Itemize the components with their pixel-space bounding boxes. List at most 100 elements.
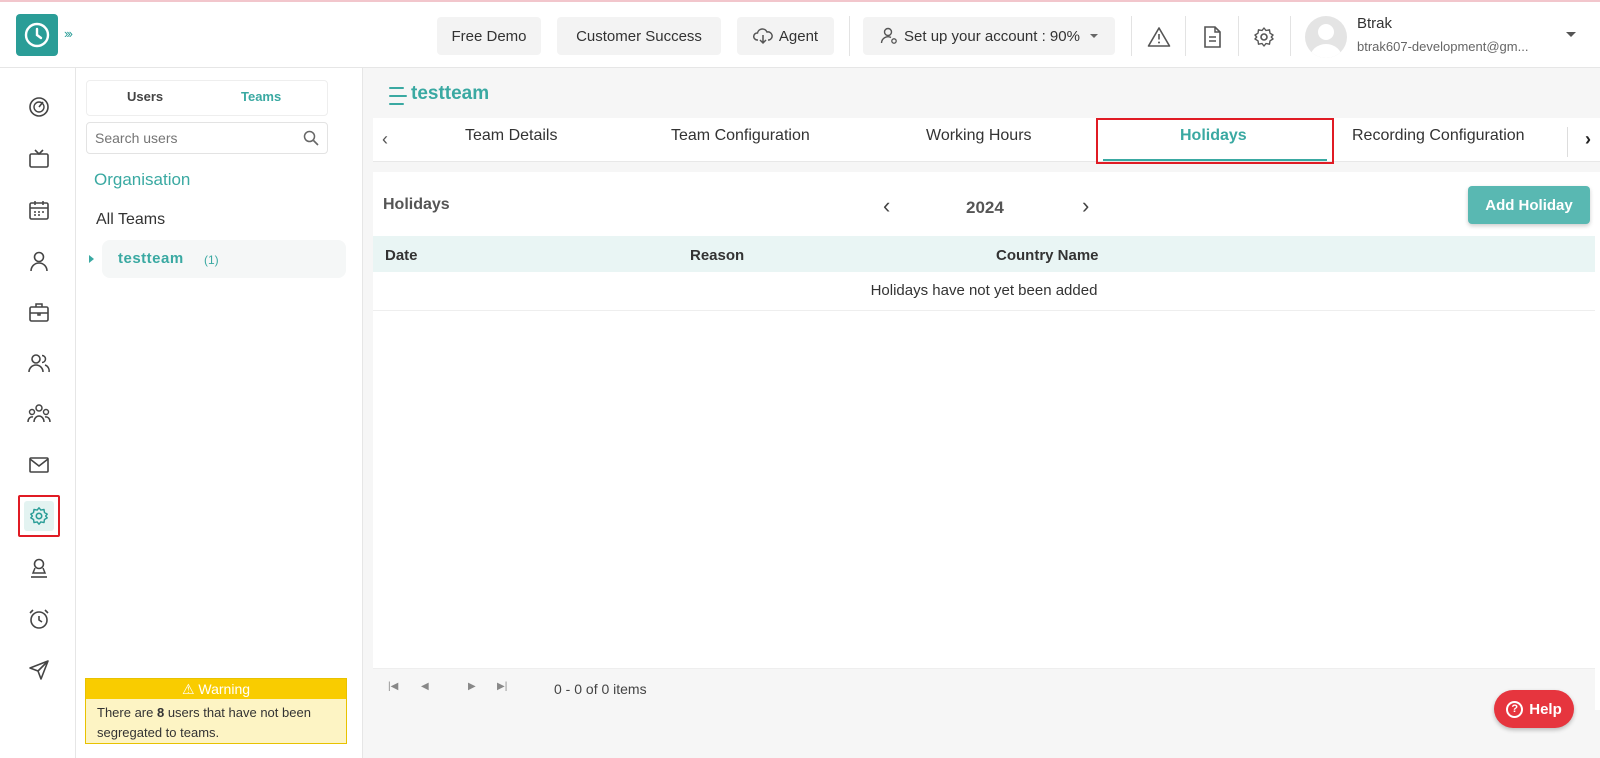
rail-briefcase[interactable] — [18, 291, 60, 333]
users-teams-toggle: Users Teams — [86, 80, 328, 116]
previous-year-icon[interactable]: ‹ — [883, 193, 890, 219]
free-demo-button[interactable]: Free Demo — [437, 17, 541, 55]
tab-teams[interactable]: Teams — [241, 89, 281, 104]
user-name[interactable]: Btrak — [1357, 15, 1392, 32]
tab-team-configuration[interactable]: Team Configuration — [671, 127, 810, 145]
previous-page-icon[interactable]: ◀ — [421, 681, 429, 692]
rail-settings-inner — [24, 501, 54, 531]
avatar[interactable] — [1305, 16, 1347, 58]
divider — [1238, 16, 1239, 56]
calendar-icon — [29, 201, 49, 220]
first-page-icon[interactable]: |◀ — [388, 681, 398, 692]
warning-triangle-icon: ⚠ — [181, 681, 195, 697]
warning-title: Warning — [198, 681, 251, 697]
divider — [1131, 16, 1132, 56]
document-icon[interactable] — [1197, 22, 1227, 52]
column-reason[interactable]: Reason — [690, 247, 744, 264]
table-header — [373, 236, 1595, 272]
user-email[interactable]: btrak607-development@gm... — [1357, 39, 1547, 54]
team-name[interactable]: testteam — [118, 250, 184, 267]
organisation-link[interactable]: Organisation — [94, 170, 190, 190]
rail-users[interactable] — [18, 342, 60, 384]
warning-box: ⚠ Warning There are 8 users that have no… — [85, 678, 347, 744]
tab-users[interactable]: Users — [127, 89, 163, 104]
alarm-clock-icon — [29, 609, 49, 629]
section-title: Holidays — [383, 196, 450, 213]
next-page-icon[interactable]: ▶ — [468, 681, 476, 692]
warning-message: There are 8 users that have not been seg… — [86, 699, 346, 747]
holidays-tab-highlight — [1096, 118, 1334, 164]
setup-account-label: Set up your account : 90% — [904, 27, 1080, 45]
gear-icon[interactable] — [1249, 22, 1279, 52]
search-box — [86, 122, 328, 154]
user-settings-icon — [880, 27, 897, 44]
search-input[interactable] — [87, 123, 287, 153]
free-demo-label: Free Demo — [451, 27, 527, 45]
user-icon — [30, 251, 48, 272]
setup-account-dropdown[interactable]: Set up your account : 90% — [863, 17, 1115, 55]
warning-icon[interactable] — [1144, 22, 1174, 52]
divider — [1567, 127, 1568, 157]
agent-label: Agent — [778, 27, 819, 45]
customer-success-button[interactable]: Customer Success — [557, 17, 721, 55]
divider — [1185, 16, 1186, 56]
search-icon[interactable] — [303, 130, 319, 146]
team-icon — [27, 404, 51, 423]
tab-team-details[interactable]: Team Details — [465, 127, 557, 145]
user-badge-icon — [31, 558, 47, 578]
agent-button[interactable]: Agent — [737, 17, 834, 55]
cloud-download-icon — [752, 28, 773, 45]
speedometer-icon — [29, 97, 49, 117]
empty-table-message: Holidays have not yet been added — [373, 273, 1595, 311]
question-icon: ? — [1506, 700, 1524, 718]
rail-profile[interactable] — [18, 240, 60, 282]
tab-working-hours[interactable]: Working Hours — [926, 127, 1032, 145]
rail-badge[interactable] — [18, 547, 60, 589]
all-teams-link[interactable]: All Teams — [96, 211, 165, 229]
divider — [1290, 16, 1291, 56]
rail-send[interactable] — [18, 649, 60, 691]
caret-down-icon — [1089, 34, 1098, 38]
tv-icon — [29, 149, 49, 168]
expand-menu-icon[interactable]: ››› — [64, 26, 73, 41]
rail-settings[interactable] — [18, 495, 60, 537]
rail-mail[interactable] — [18, 444, 60, 486]
customer-success-label: Customer Success — [576, 27, 702, 45]
clock-logo-icon — [24, 22, 50, 48]
send-icon — [29, 660, 49, 680]
add-holiday-button[interactable]: Add Holiday — [1468, 186, 1590, 224]
rail-tv[interactable] — [18, 138, 60, 180]
page-title: testteam — [411, 83, 490, 104]
icon-sidebar — [0, 68, 76, 758]
settings-gear-icon — [30, 507, 48, 525]
rail-teams[interactable] — [18, 393, 60, 435]
warning-header: ⚠ Warning — [86, 679, 346, 699]
top-bar: ››› Free Demo Customer Success Agent Set… — [0, 0, 1600, 68]
chevron-right-icon[interactable]: › — [1585, 129, 1591, 150]
help-label: Help — [1529, 700, 1562, 718]
rail-calendar[interactable] — [18, 189, 60, 231]
chevron-left-icon[interactable]: ‹ — [382, 129, 388, 150]
divider — [849, 16, 850, 56]
briefcase-icon — [29, 303, 49, 322]
next-year-icon[interactable]: › — [1082, 193, 1089, 219]
users-icon — [28, 354, 50, 373]
last-page-icon[interactable]: ▶| — [497, 681, 507, 692]
user-menu-caret-icon[interactable] — [1566, 32, 1576, 37]
app-logo[interactable] — [16, 14, 58, 56]
mail-icon — [29, 457, 49, 473]
rail-dashboard[interactable] — [18, 86, 60, 128]
help-button[interactable]: ? Help — [1494, 690, 1574, 728]
pager-info: 0 - 0 of 0 items — [554, 681, 647, 697]
menu-lines-icon[interactable] — [389, 86, 407, 106]
column-country-name[interactable]: Country Name — [996, 247, 1099, 264]
expand-arrow-icon[interactable] — [89, 255, 94, 263]
user-avatar-icon — [1310, 24, 1342, 58]
column-date[interactable]: Date — [385, 247, 418, 264]
team-member-count: (1) — [204, 253, 219, 267]
teams-panel: Users Teams Organisation All Teams testt… — [76, 68, 363, 758]
tab-recording-configuration[interactable]: Recording Configuration — [1352, 127, 1525, 145]
rail-alarm[interactable] — [18, 598, 60, 640]
warning-prefix: There are — [97, 705, 157, 720]
year-label: 2024 — [966, 198, 1004, 217]
